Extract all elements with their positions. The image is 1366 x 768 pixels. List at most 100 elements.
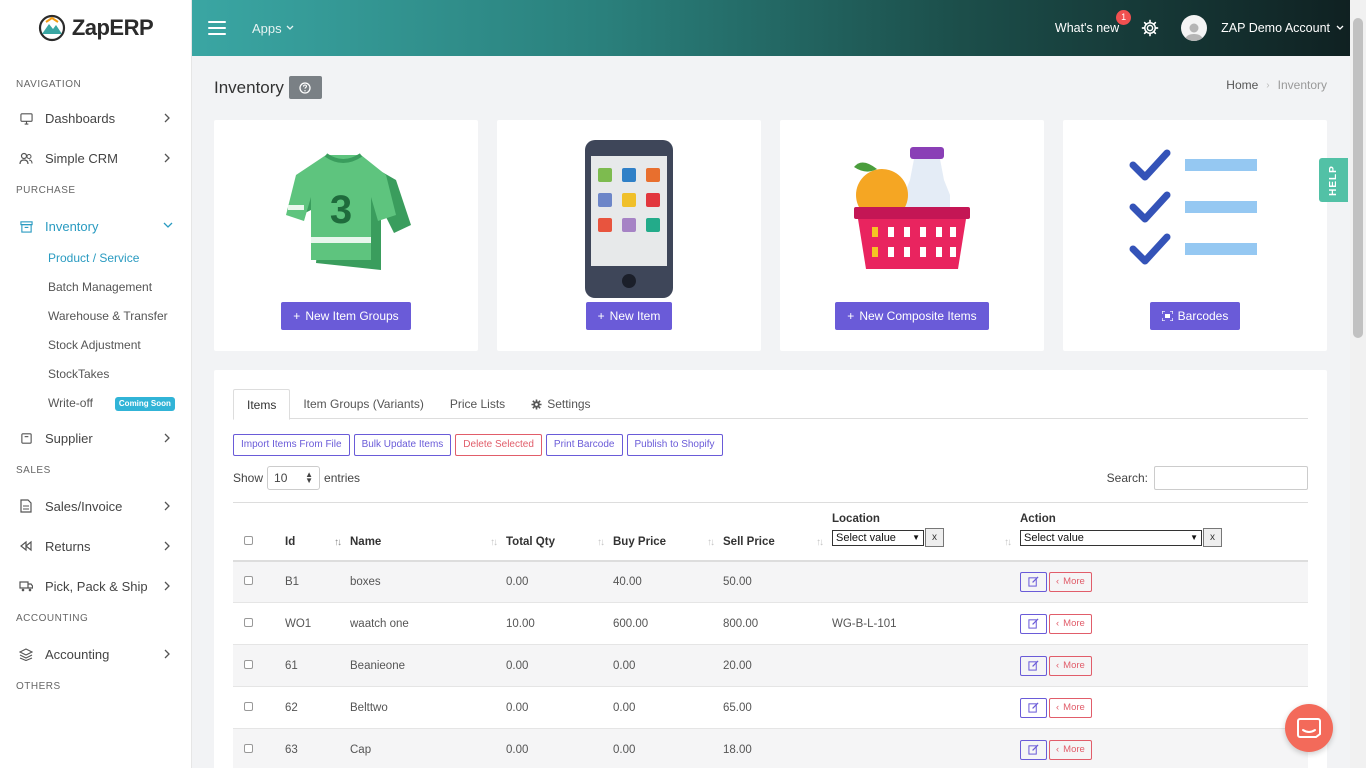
- more-button[interactable]: ‹ More: [1049, 697, 1092, 718]
- section-others: OTHERS: [16, 681, 61, 692]
- help-button[interactable]: [288, 76, 322, 99]
- sidebar-sub-warehouse-transfer[interactable]: Warehouse & Transfer: [0, 302, 191, 331]
- column-header-id[interactable]: Id ↑↓: [285, 502, 350, 562]
- cell-sell-price: 800.00: [723, 602, 832, 645]
- sidebar-item-returns[interactable]: Returns: [0, 526, 191, 566]
- action-filter-clear-button[interactable]: x: [1203, 528, 1222, 547]
- sort-icon: ↑↓: [1004, 536, 1012, 548]
- select-all-header: [233, 502, 285, 562]
- sidebar-sub-stocktakes[interactable]: StockTakes: [0, 360, 191, 389]
- new-composite-items-button[interactable]: + New Composite Items: [835, 302, 989, 330]
- row-checkbox[interactable]: [244, 617, 253, 627]
- tab-settings[interactable]: Settings: [518, 389, 603, 419]
- brand-logo[interactable]: ZapERP: [0, 0, 191, 56]
- row-checkbox[interactable]: [244, 659, 253, 669]
- cell-action: ‹ More: [1020, 560, 1308, 603]
- publish-shopify-button[interactable]: Publish to Shopify: [626, 434, 723, 456]
- sidebar-item-label: Simple CRM: [45, 150, 118, 166]
- sidebar-item-supplier[interactable]: Supplier: [0, 418, 191, 458]
- barcodes-label: Barcodes: [1177, 309, 1229, 323]
- sort-icon: ↑↓: [334, 536, 342, 548]
- breadcrumb-home[interactable]: Home: [1226, 78, 1258, 92]
- new-item-label: New Item: [609, 309, 661, 323]
- new-item-groups-button[interactable]: + New Item Groups: [281, 302, 411, 330]
- chevron-right-icon: [163, 541, 173, 551]
- row-checkbox[interactable]: [244, 701, 253, 711]
- cell-total-qty: 0.00: [506, 728, 613, 768]
- delete-selected-button[interactable]: Delete Selected: [455, 434, 542, 456]
- new-composite-items-label: New Composite Items: [859, 309, 977, 323]
- bulk-update-button[interactable]: Bulk Update Items: [353, 434, 452, 456]
- apps-menu[interactable]: Apps: [252, 21, 294, 36]
- tab-items[interactable]: Items: [233, 389, 291, 420]
- sidebar-sub-product-service[interactable]: Product / Service: [0, 244, 191, 273]
- location-filter-select[interactable]: Select value ▼: [832, 529, 924, 546]
- edit-button[interactable]: [1020, 613, 1047, 634]
- location-filter-clear-button[interactable]: x: [925, 528, 944, 547]
- edit-icon: [1028, 618, 1039, 629]
- card-item: + New Item: [497, 120, 761, 351]
- import-items-button[interactable]: Import Items From File: [233, 434, 350, 456]
- more-button[interactable]: ‹ More: [1049, 655, 1092, 676]
- cell-name: Cap: [350, 728, 506, 768]
- sidebar-sub-batch-management[interactable]: Batch Management: [0, 273, 191, 302]
- tab-item-groups[interactable]: Item Groups (Variants): [290, 389, 436, 419]
- row-checkbox[interactable]: [244, 575, 253, 585]
- column-header-buy-price[interactable]: Buy Price ↑↓: [613, 502, 723, 562]
- gear-icon[interactable]: [1141, 19, 1159, 37]
- chat-launcher-button[interactable]: [1285, 704, 1333, 752]
- column-header-name[interactable]: Name ↑↓: [350, 502, 506, 562]
- column-header-sell-price[interactable]: Sell Price ↑↓: [723, 502, 832, 562]
- tab-price-lists[interactable]: Price Lists: [437, 389, 518, 419]
- sidebar-item-inventory[interactable]: Inventory: [0, 208, 191, 244]
- bulk-actions: Import Items From File Bulk Update Items…: [233, 434, 723, 456]
- more-button[interactable]: ‹ More: [1049, 571, 1092, 592]
- more-button[interactable]: ‹ More: [1049, 739, 1092, 760]
- search-input[interactable]: [1154, 466, 1308, 490]
- row-select-cell: [233, 602, 285, 645]
- rewind-icon: [19, 539, 33, 553]
- edit-button[interactable]: [1020, 655, 1047, 676]
- edit-button[interactable]: [1020, 571, 1047, 592]
- row-checkbox[interactable]: [244, 743, 253, 753]
- sidebar-item-accounting[interactable]: Accounting: [0, 634, 191, 674]
- plus-icon: +: [597, 309, 605, 323]
- chat-icon: [1297, 718, 1321, 738]
- sidebar-item-label: Returns: [45, 538, 91, 554]
- edit-button[interactable]: [1020, 697, 1047, 718]
- action-filter-select[interactable]: Select value ▼: [1020, 529, 1202, 546]
- chevron-right-icon: [163, 113, 173, 123]
- sidebar-sub-stock-adjustment[interactable]: Stock Adjustment: [0, 331, 191, 360]
- select-all-checkbox[interactable]: [244, 535, 253, 545]
- account-menu[interactable]: ZAP Demo Account: [1181, 15, 1344, 41]
- help-tab[interactable]: HELP: [1319, 158, 1348, 202]
- page-scrollbar[interactable]: [1350, 0, 1366, 768]
- edit-button[interactable]: [1020, 739, 1047, 760]
- tab-bar: Items Item Groups (Variants) Price Lists…: [233, 389, 1308, 420]
- column-header-total-qty[interactable]: Total Qty ↑↓: [506, 502, 613, 562]
- card-item-groups: 3 + New Item Groups: [214, 120, 478, 351]
- sidebar-item-simple-crm[interactable]: Simple CRM: [0, 138, 191, 178]
- print-barcode-button[interactable]: Print Barcode: [545, 434, 623, 456]
- avatar: [1181, 15, 1208, 41]
- sidebar-item-sales-invoice[interactable]: Sales/Invoice: [0, 486, 191, 526]
- dropdown-arrow-icon: ▼: [1190, 533, 1198, 543]
- sidebar-sub-write-off[interactable]: Write-off Coming Soon: [0, 389, 191, 418]
- layers-icon: [19, 647, 33, 661]
- chevron-right-icon: [163, 501, 173, 511]
- search-control: Search:: [1107, 466, 1308, 490]
- whats-new-link[interactable]: What's new 1: [1055, 10, 1132, 35]
- cell-sell-price: 50.00: [723, 560, 832, 603]
- barcodes-button[interactable]: Barcodes: [1149, 302, 1241, 330]
- entries-select[interactable]: 10 ▲ ▼: [267, 466, 321, 490]
- quick-action-cards: 3 + New Item Groups + New Item + New Com…: [214, 120, 1327, 351]
- edit-icon: [1028, 660, 1039, 671]
- menu-toggle-icon[interactable]: [208, 21, 226, 35]
- header-label: Total Qty: [506, 535, 555, 548]
- new-item-button[interactable]: + New Item: [585, 302, 673, 330]
- scrollbar-thumb[interactable]: [1353, 18, 1363, 338]
- sidebar-item-pick-pack-ship[interactable]: Pick, Pack & Ship: [0, 566, 191, 606]
- more-button[interactable]: ‹ More: [1049, 613, 1092, 634]
- sidebar-item-dashboards[interactable]: Dashboards: [0, 98, 191, 138]
- column-header-location[interactable]: Location Select value ▼ x ↑↓: [832, 502, 1020, 562]
